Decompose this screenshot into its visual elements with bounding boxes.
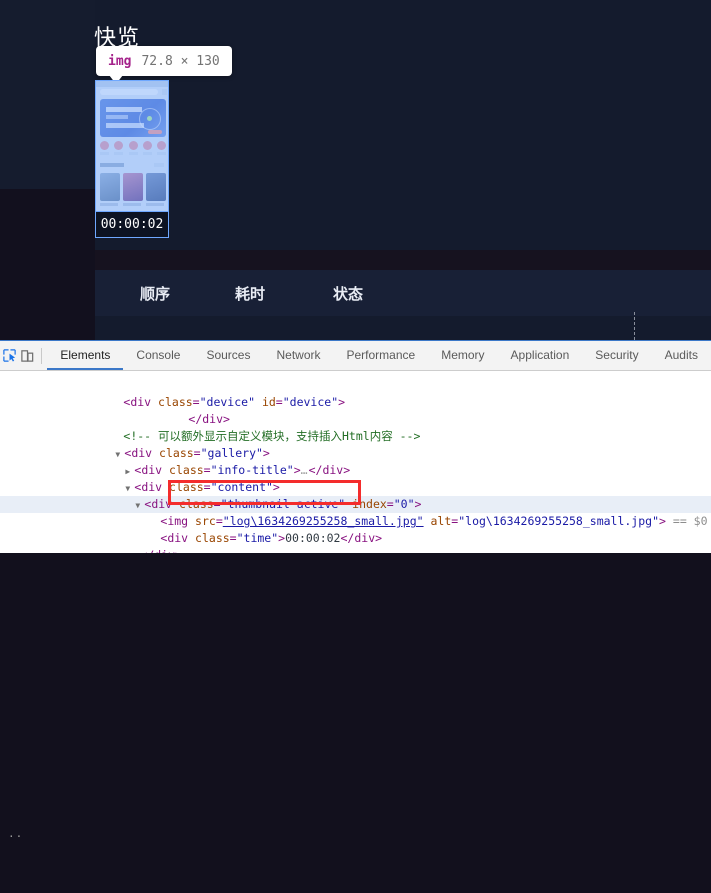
web-page-region: 顺序 耗时 状态 快览 img 72.8 × 130 00:00:02 [0,0,711,340]
devtools-toolbar: Elements Console Sources Network Perform… [0,341,711,371]
table-header-status: 状态 [333,285,364,303]
vertical-dashed-divider [634,312,635,340]
page-background-left [0,0,95,189]
elements-dom-tree[interactable]: <div class="gallery" id="gallery"> <div … [0,371,711,553]
dom-scroll-ellipsis: .. [8,827,24,840]
tab-performance[interactable]: Performance [334,341,429,370]
inspect-element-icon[interactable] [0,341,18,370]
dom-line-clipped-bottom[interactable]: ▶<div> [0,888,711,893]
devtools-tab-bar: Elements Console Sources Network Perform… [47,341,711,370]
thumbnail-time-label: 00:00:02 [95,211,169,238]
tab-security[interactable]: Security [582,341,651,370]
page-background-dark-2 [95,250,711,270]
tab-memory[interactable]: Memory [428,341,497,370]
dom-line-clipped-top[interactable]: <div class="gallery" id="gallery"> [0,402,711,408]
tooltip-dimensions: 72.8 × 130 [141,53,220,69]
tab-application[interactable]: Application [498,341,583,370]
report-table-header-row: 顺序 耗时 状态 [95,270,711,316]
tab-elements[interactable]: Elements [47,341,123,370]
dom-line[interactable]: <div class="device" id="device"> [0,377,711,409]
element-inspect-tooltip: img 72.8 × 130 [96,46,232,76]
time-node-text: 00:00:02 [285,531,341,545]
report-table-body-band [95,316,711,340]
page-background-main [95,0,711,250]
tab-network[interactable]: Network [263,341,333,370]
selected-node-marker: == $0 [672,514,708,528]
app-root: 顺序 耗时 状态 快览 img 72.8 × 130 00:00:02 Elem… [0,0,711,840]
dom-comment-text: <!-- 可以额外显示自定义模块，支持插入Html内容 --> [123,429,421,443]
tooltip-tag-name: img [108,53,132,69]
tab-sources[interactable]: Sources [193,341,263,370]
toolbar-divider [40,347,42,364]
table-header-order: 顺序 [140,285,171,303]
devtools-panel: Elements Console Sources Network Perform… [0,340,711,840]
img-alt-value: "log\1634269255258_small.jpg" [458,514,660,528]
device-toolbar-icon[interactable] [18,341,36,370]
table-header-duration: 耗时 [235,285,266,303]
img-src-value[interactable]: "log\1634269255258_small.jpg" [223,514,424,528]
tab-audits[interactable]: Audits [652,341,711,370]
tab-console[interactable]: Console [123,341,193,370]
page-background-dark [0,189,95,340]
